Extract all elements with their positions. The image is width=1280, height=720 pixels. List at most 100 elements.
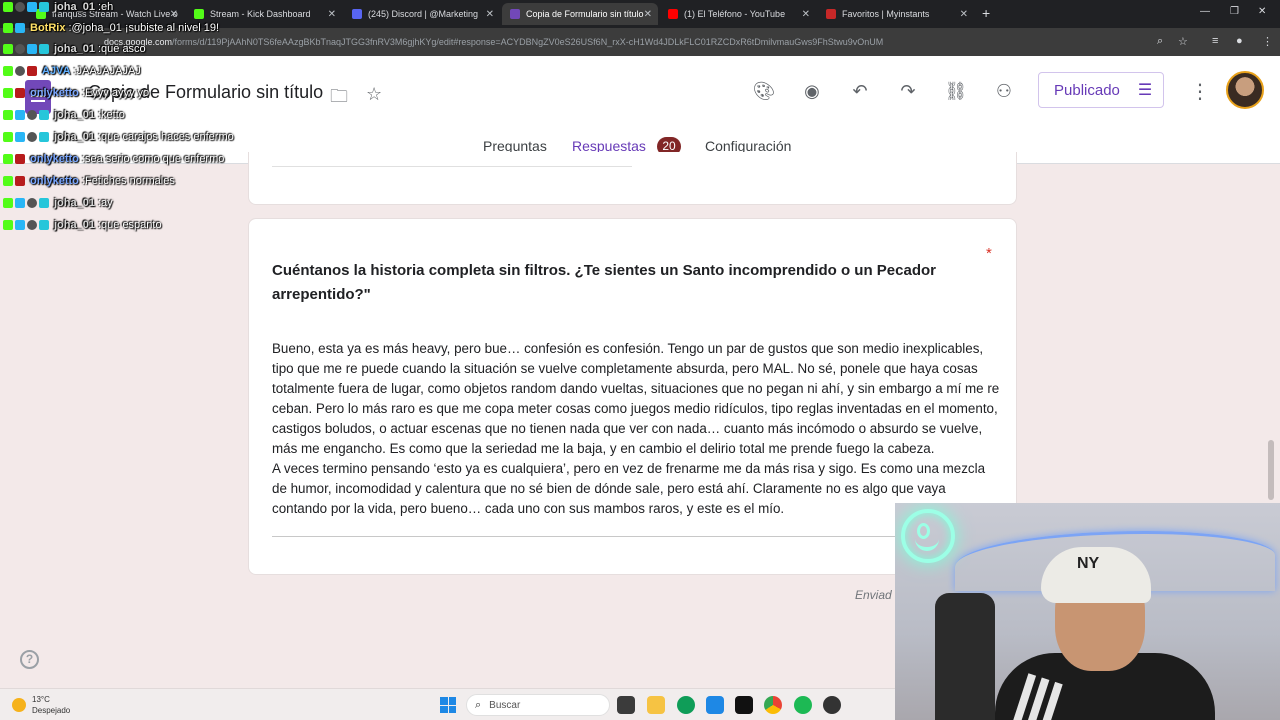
close-icon[interactable]: ✕ xyxy=(486,9,494,20)
tab-label: Favoritos | Myinstants xyxy=(842,9,930,19)
close-icon[interactable]: ✕ xyxy=(170,9,178,20)
browser-tab[interactable]: Favoritos | Myinstants ✕ xyxy=(818,3,974,25)
add-collaborator-icon[interactable]: ⚇ xyxy=(992,79,1016,103)
chat-username: joha_01 xyxy=(54,108,95,121)
browser-tab[interactable]: (1) El Teléfono - YouTube ✕ xyxy=(660,3,816,25)
windows-start-icon[interactable] xyxy=(440,697,456,713)
avatar[interactable] xyxy=(1226,71,1264,109)
close-icon[interactable]: ✕ xyxy=(960,9,968,20)
edge-browser-icon[interactable] xyxy=(677,696,695,714)
moderator-badge-icon xyxy=(27,197,37,208)
kick-badge-icon xyxy=(3,219,13,230)
search-icon: ⌕ xyxy=(475,698,482,711)
kick-badge-icon xyxy=(3,197,13,208)
chat-message: joha_01 : que espanto xyxy=(3,217,162,232)
folder-icon[interactable]: 🗀 xyxy=(330,84,348,114)
chat-message: BotRix : @joha_01 ¡subiste al nivel 19! xyxy=(3,20,219,35)
spotify-icon[interactable] xyxy=(794,696,812,714)
url-text[interactable]: docs.google.com/forms/d/119PjAAhN0TS6feA… xyxy=(104,37,883,47)
founder-badge-icon xyxy=(15,153,25,164)
obs-icon[interactable] xyxy=(823,696,841,714)
palette-icon[interactable]: 🎨︎ xyxy=(752,79,776,103)
chat-username: BotRix xyxy=(30,21,66,34)
weather-text: 13°C Despejado xyxy=(32,694,70,716)
task-view-icon[interactable] xyxy=(617,696,635,714)
chat-message: joha_01 : que carajos haces enfermo xyxy=(3,129,234,144)
chat-message: onlyketto : Eyyy ayyy yo xyxy=(3,85,149,100)
chat-text: JAAJAJAJAJ xyxy=(76,64,141,77)
discord-icon xyxy=(352,9,362,19)
subscriber-badge-icon xyxy=(27,43,37,54)
file-explorer-icon[interactable] xyxy=(647,696,665,714)
founder-badge-icon xyxy=(27,65,37,76)
link-icon[interactable]: ⛓ xyxy=(944,79,968,103)
tab-label: Stream - Kick Dashboard xyxy=(210,9,311,19)
chat-username: joha_01 xyxy=(54,42,95,55)
previous-question-card xyxy=(248,152,1017,205)
chat-text: que espanto xyxy=(101,218,162,231)
published-button[interactable]: Publicado ☰ xyxy=(1038,72,1164,108)
chat-username: joha_01 xyxy=(54,196,95,209)
weather-widget[interactable]: 13°C Despejado xyxy=(12,694,70,716)
gift-badge-icon xyxy=(39,1,49,12)
star-icon[interactable]: ☆ xyxy=(366,84,382,105)
kick-badge-icon xyxy=(3,131,13,142)
chrome-icon[interactable] xyxy=(764,696,782,714)
chat-username: joha_01 xyxy=(54,218,95,231)
extensions-icon[interactable]: ≡ xyxy=(1212,35,1218,47)
chat-text: Fetiches normales xyxy=(84,174,175,187)
maximize-icon[interactable]: ❐ xyxy=(1230,6,1239,17)
subscriber-badge-icon xyxy=(27,1,37,12)
chat-username: onlyketto xyxy=(30,174,79,187)
taskbar-search-input[interactable]: ⌕ Buscar xyxy=(466,694,610,716)
chat-badges xyxy=(3,131,51,142)
moderator-badge-icon xyxy=(15,43,25,54)
published-label: Publicado xyxy=(1054,81,1120,99)
subscriber-badge-icon xyxy=(15,219,25,230)
kick-badge-icon xyxy=(3,22,13,33)
new-tab-button[interactable]: + xyxy=(982,5,990,21)
chat-message: joha_01 : eh xyxy=(3,0,113,14)
close-icon[interactable]: ✕ xyxy=(644,9,652,20)
close-icon[interactable]: ✕ xyxy=(802,9,810,20)
redo-icon[interactable]: ↷ xyxy=(896,79,920,103)
undo-icon[interactable]: ↶ xyxy=(848,79,872,103)
scrollbar[interactable] xyxy=(1268,440,1274,500)
chat-badges xyxy=(3,22,27,33)
yandex-icon[interactable] xyxy=(735,696,753,714)
kick-badge-icon xyxy=(3,153,13,164)
search-placeholder: Buscar xyxy=(489,699,521,711)
subscriber-badge-icon xyxy=(15,109,25,120)
answer-paragraph: A veces termino pensando ‘esto ya es cua… xyxy=(272,461,986,516)
weather-temp: 13°C xyxy=(32,695,50,704)
preview-eye-icon[interactable]: ◉ xyxy=(800,79,824,103)
chat-message: joha_01 : ketto xyxy=(3,107,125,122)
chat-message: joha_01 : que asco xyxy=(3,41,146,56)
url-path: /forms/d/119PjAAhN0TS6feAAzgBKbTnaqJTGG3… xyxy=(172,37,884,47)
chat-text: ketto xyxy=(101,108,125,121)
browser-tab[interactable]: (245) Discord | @Marketing ✕ xyxy=(344,3,500,25)
zoom-icon[interactable]: ⌕ xyxy=(1157,35,1163,48)
close-window-icon[interactable]: ✕ xyxy=(1258,6,1266,17)
profile-icon[interactable]: ● xyxy=(1236,35,1243,47)
founder-badge-icon xyxy=(15,87,25,98)
chat-badges xyxy=(3,153,27,164)
bookmark-star-icon[interactable]: ☆ xyxy=(1178,35,1188,48)
more-options-icon[interactable]: ⋮ xyxy=(1190,79,1210,104)
chat-badges xyxy=(3,197,51,208)
browser-menu-icon[interactable]: ⋮ xyxy=(1262,35,1273,48)
moderator-badge-icon xyxy=(27,131,37,142)
browser-tab-active[interactable]: Copia de Formulario sin título ✕ xyxy=(502,3,658,25)
required-marker: * xyxy=(986,245,992,262)
store-icon[interactable] xyxy=(706,696,724,714)
close-icon[interactable]: ✕ xyxy=(328,9,336,20)
chat-badges xyxy=(3,87,27,98)
subscriber-badge-icon xyxy=(15,131,25,142)
kick-badge-icon xyxy=(3,65,13,76)
chat-message: AJVA : JAAJAJAJAJ xyxy=(3,63,141,78)
kick-badge-icon xyxy=(3,87,13,98)
cap-logo: NY xyxy=(1077,555,1100,572)
google-forms-icon xyxy=(510,9,520,19)
minimize-icon[interactable]: — xyxy=(1200,6,1210,17)
help-icon[interactable]: ? xyxy=(20,650,39,669)
